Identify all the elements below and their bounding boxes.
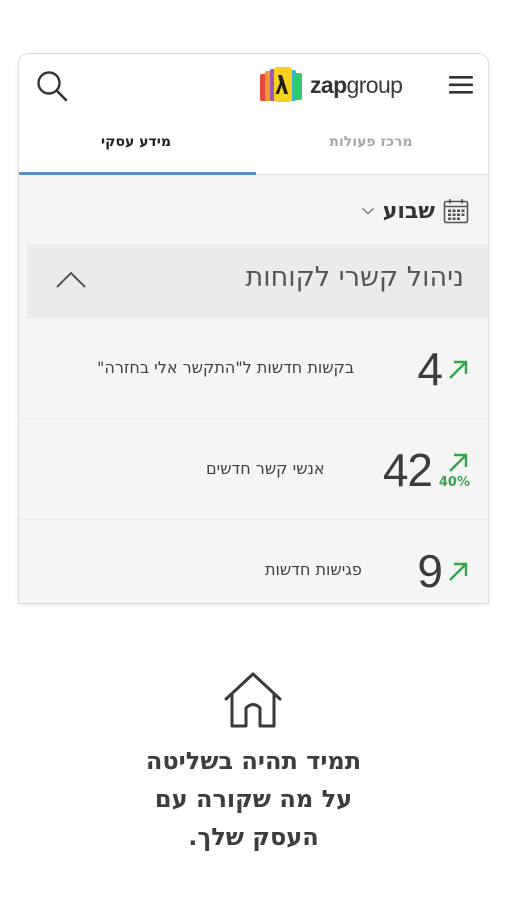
chevron-down-icon <box>361 207 374 215</box>
trend-up-arrow-icon <box>449 453 468 472</box>
metric-row: 9 פגישות חדשות <box>19 520 488 603</box>
metric-value: 4 <box>417 343 443 395</box>
calendar-icon <box>443 199 469 224</box>
trend-up-arrow-icon <box>449 360 468 379</box>
metric-value: 42 <box>382 444 433 496</box>
metric-label: אנשי קשר חדשים <box>206 459 325 478</box>
tab-bar: מידע עסקי מרכז פעולות <box>19 116 488 175</box>
tagline-line: העסק שלך. <box>188 823 319 851</box>
search-icon[interactable] <box>35 69 69 103</box>
period-label: שבוע <box>382 198 435 224</box>
top-bar: zapgroup <box>19 54 488 116</box>
metric-value: 9 <box>417 545 443 597</box>
metric-label: בקשות חדשות ל"התקשר אלי בחזרה" <box>97 358 355 377</box>
zapgroup-logo[interactable]: zapgroup <box>259 65 403 105</box>
period-selector[interactable]: שבוע <box>361 191 469 231</box>
chevron-up-icon[interactable] <box>55 268 87 290</box>
tab-business-info-label: מידע עסקי <box>101 134 171 150</box>
active-tab-indicator <box>19 172 256 175</box>
home-icon <box>224 672 282 728</box>
logo-wordmark: zapgroup <box>310 71 403 98</box>
logo-mark-icon <box>260 67 302 102</box>
section-header-crm[interactable]: ניהול קשרי לקוחות <box>27 244 488 318</box>
tab-business-info[interactable]: מידע עסקי <box>19 116 253 174</box>
tab-action-center-label: מרכז פעולות <box>329 134 413 150</box>
trend-up-arrow-icon <box>449 562 468 581</box>
metric-row: 4 בקשות חדשות ל"התקשר אלי בחזרה" <box>19 318 488 418</box>
app-screen: zapgroup מידע עסקי מרכז פעולות שבוע ניהו… <box>19 54 488 603</box>
tagline-line: תמיד תהיה בשליטה <box>145 747 362 775</box>
tagline-line: על מה שקורה עם <box>154 785 353 813</box>
metric-change: 40% <box>438 475 470 490</box>
tab-action-center[interactable]: מרכז פעולות <box>254 116 488 174</box>
metric-label: פגישות חדשות <box>265 560 362 579</box>
metric-row: 42 40% אנשי קשר חדשים <box>19 419 488 519</box>
hamburger-menu-icon[interactable] <box>448 74 474 96</box>
tagline: תמיד תהיה בשליטה על מה שקורה עם העסק שלך… <box>0 742 507 856</box>
section-title: ניהול קשרי לקוחות <box>245 262 464 293</box>
